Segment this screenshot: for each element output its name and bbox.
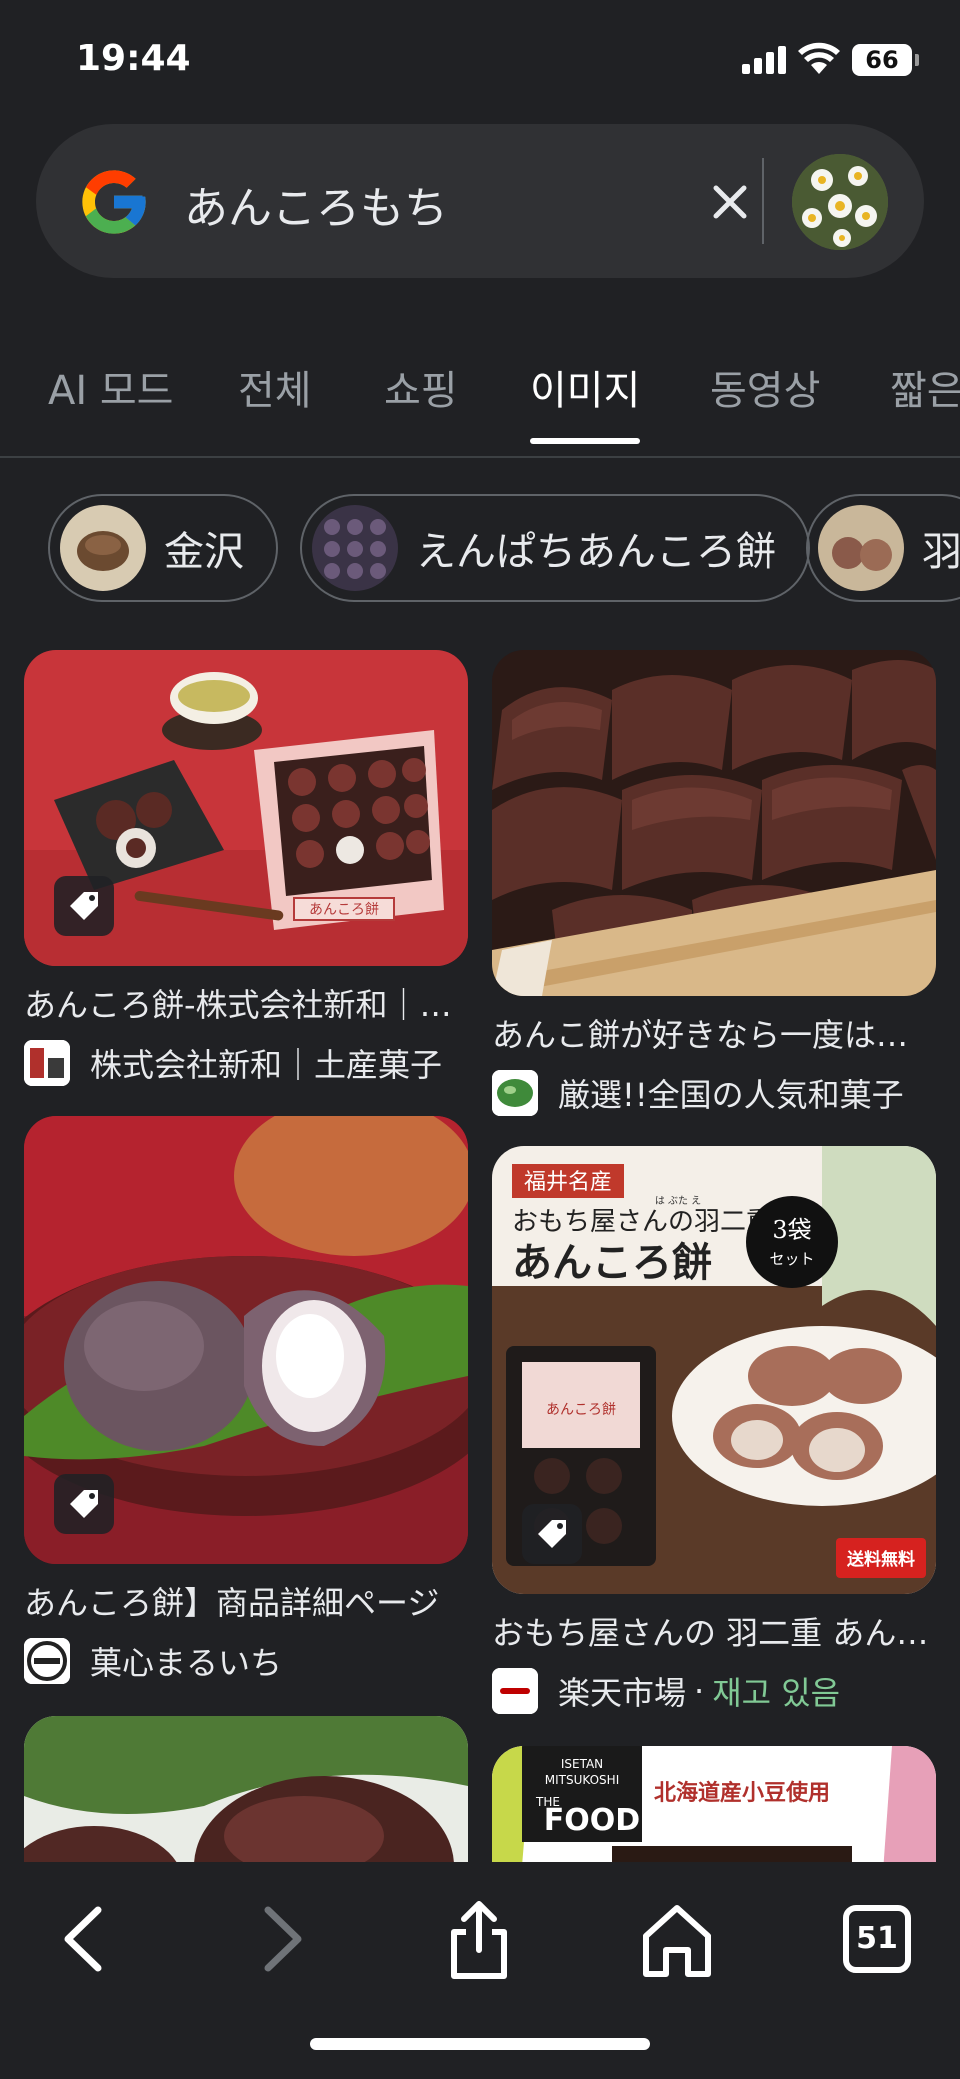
tab-all[interactable]: 전체 xyxy=(238,358,312,416)
image-result-card[interactable] xyxy=(24,1716,468,1862)
banner-brand4-text: FOOD xyxy=(544,1803,640,1838)
product-line1-text: おもち屋さんの羽二重 xyxy=(512,1207,772,1237)
status-time: 19:44 xyxy=(76,38,191,79)
banner-brand1-text: ISETAN xyxy=(561,1757,603,1771)
chip-thumbnail xyxy=(60,505,146,591)
result-source-name: 株式会社新和｜土産菓子 xyxy=(90,1046,443,1084)
result-image[interactable]: ISETAN MITSUKOSHI THE FOOD 北海道産小豆使用 xyxy=(492,1746,936,1862)
image-result-card[interactable]: あんころ餅 あんころ餅-株式会社新和｜土産菓子 株式会社新和｜土産菓子 xyxy=(24,650,468,1086)
result-title[interactable]: あんころ餅-株式会社新和｜土産菓子 xyxy=(24,980,468,1026)
result-source[interactable]: 菓心まるいち xyxy=(24,1638,468,1684)
chip-thumbnail xyxy=(312,505,398,591)
search-query[interactable]: あんころもち xyxy=(184,172,448,236)
battery-icon: 66 xyxy=(852,44,919,76)
result-image[interactable] xyxy=(492,650,936,996)
chip-thumbnail xyxy=(818,505,904,591)
shopping-tag-icon xyxy=(54,1474,114,1534)
wifi-icon xyxy=(798,42,840,74)
status-bar: 19:44 66 xyxy=(0,0,960,120)
banner-brand2-text: MITSUKOSHI xyxy=(545,1773,619,1787)
chip-enpachi-ankoro[interactable]: えんぱちあんころ餅 xyxy=(300,494,810,602)
separator-dot: · xyxy=(694,1672,705,1710)
badge-top-text: 3袋 xyxy=(772,1216,811,1244)
result-image[interactable]: 福井名産 は ぶた え おもち屋さんの羽二重 あんころ餅 3袋 セット あんころ… xyxy=(492,1146,936,1594)
chip-label: 羽 xyxy=(922,529,960,575)
forward-icon[interactable] xyxy=(236,1894,326,1984)
image-result-card[interactable]: 福井名産 は ぶた え おもち屋さんの羽二重 あんころ餅 3袋 セット あんころ… xyxy=(492,1146,936,1714)
cellular-signal-icon xyxy=(742,46,786,74)
banner-tagline-text: 北海道産小豆使用 xyxy=(654,1780,830,1806)
tab-videos[interactable]: 동영상 xyxy=(710,358,820,416)
image-result-card[interactable]: あんこ餅が好きなら一度は食べたい 厳選!!全国の人気和菓子 xyxy=(492,650,936,1116)
stock-status: 재고 있음 xyxy=(712,1674,841,1712)
related-chips: 金沢 えんぱちあんころ餅 羽 xyxy=(0,494,960,604)
chip-kanazawa[interactable]: 金沢 xyxy=(48,494,278,602)
tab-shorts[interactable]: 짧은 xyxy=(890,358,960,416)
result-source[interactable]: 厳選!!全国の人気和菓子 xyxy=(492,1070,936,1116)
tabs-switcher-button[interactable]: 51 xyxy=(832,1894,922,1984)
chip-habutae[interactable]: 羽 xyxy=(806,494,960,602)
product-region-text: 福井名産 xyxy=(524,1170,612,1195)
chip-label: 金沢 xyxy=(164,529,244,575)
shopping-tag-icon xyxy=(522,1504,582,1564)
result-title[interactable]: おもち屋さんの 羽二重 あんころ餅 xyxy=(492,1608,936,1654)
tab-count: 51 xyxy=(856,1921,898,1956)
result-source[interactable]: 楽天市場 · 재고 있음 xyxy=(492,1668,936,1714)
result-source-name: 楽天市場 xyxy=(558,1674,687,1712)
result-source-name: 菓心まるいち xyxy=(90,1644,283,1682)
back-icon[interactable] xyxy=(40,1894,130,1984)
google-logo-icon xyxy=(82,170,146,234)
result-source-name: 厳選!!全国の人気和菓子 xyxy=(558,1076,904,1114)
search-divider xyxy=(762,158,764,244)
shipping-text: 送料無料 xyxy=(847,1549,915,1570)
site-favicon-icon xyxy=(492,1070,538,1116)
tab-shopping[interactable]: 쇼핑 xyxy=(384,358,458,416)
product-ruby-text: は ぶた え xyxy=(655,1195,701,1207)
site-favicon-icon xyxy=(492,1668,538,1714)
image-results-grid: あんころ餅 あんころ餅-株式会社新和｜土産菓子 株式会社新和｜土産菓子 xyxy=(0,640,960,1862)
site-favicon-icon xyxy=(24,1638,70,1684)
product-line2-text: あんころ餅 xyxy=(512,1239,712,1286)
share-icon[interactable] xyxy=(434,1894,524,1984)
shopping-tag-icon xyxy=(54,876,114,936)
search-box[interactable]: あんころもち xyxy=(36,124,924,278)
result-title[interactable]: あんこ餅が好きなら一度は食べたい xyxy=(492,1010,936,1056)
tab-ai-mode[interactable]: AI 모드 xyxy=(48,358,173,416)
result-image[interactable]: あんころ餅 xyxy=(24,650,468,966)
tab-images[interactable]: 이미지 xyxy=(530,358,641,444)
home-icon[interactable] xyxy=(632,1894,722,1984)
chip-label: えんぱちあんころ餅 xyxy=(416,529,776,575)
image-result-card[interactable]: ISETAN MITSUKOSHI THE FOOD 北海道産小豆使用 xyxy=(492,1746,936,1862)
image-result-card[interactable]: あんころ餅】商品詳細ページ 菓心まるいち xyxy=(24,1116,468,1684)
site-favicon-icon xyxy=(24,1040,70,1086)
clear-icon[interactable] xyxy=(702,174,758,230)
result-image[interactable] xyxy=(24,1116,468,1564)
box-label-text: あんころ餅 xyxy=(309,901,379,918)
search-tabs: AI 모드 전체 쇼핑 이미지 동영상 짧은 xyxy=(0,340,960,458)
result-image[interactable] xyxy=(24,1716,468,1862)
package-label-text: あんころ餅 xyxy=(546,1401,616,1418)
home-indicator[interactable] xyxy=(310,2038,650,2050)
badge-bottom-text: セット xyxy=(769,1250,814,1268)
avatar[interactable] xyxy=(792,154,888,250)
result-title[interactable]: あんころ餅】商品詳細ページ xyxy=(24,1578,468,1624)
result-source[interactable]: 株式会社新和｜土産菓子 xyxy=(24,1040,468,1086)
